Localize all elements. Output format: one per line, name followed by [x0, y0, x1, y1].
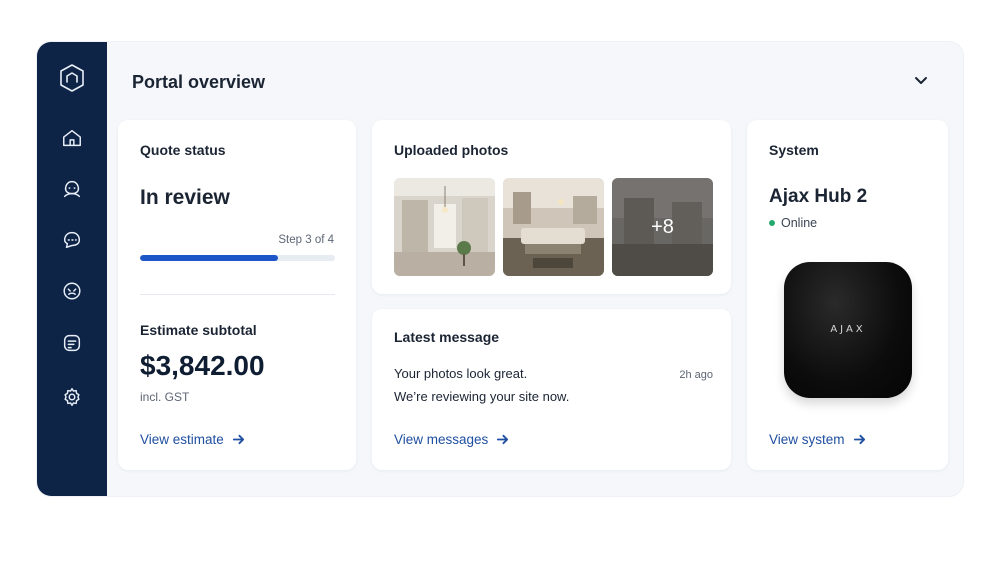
- message-line-1: Your photos look great.: [394, 366, 528, 381]
- estimate-amount: $3,842.00: [140, 350, 265, 381]
- view-messages-label: View messages: [394, 432, 489, 447]
- gear-icon[interactable]: [58, 383, 86, 411]
- arrow-right-icon: [853, 434, 865, 445]
- latest-message-card: Latest message Your photos look great. 2…: [372, 309, 731, 470]
- photo-thumbnail[interactable]: [503, 178, 604, 276]
- logo-icon[interactable]: [58, 64, 86, 92]
- chevron-down-icon[interactable]: [913, 72, 929, 88]
- system-card: System Ajax Hub 2 Online AJAX View syste…: [747, 120, 948, 470]
- sidebar: [37, 42, 107, 496]
- face-circle-icon[interactable]: [58, 277, 86, 305]
- online-dot-icon: [769, 220, 775, 226]
- document-icon[interactable]: [58, 329, 86, 357]
- latest-message-title: Latest message: [394, 329, 500, 345]
- quote-status-card: Quote status In review Step 3 of 4 Estim…: [118, 120, 356, 470]
- photo-thumbnail[interactable]: [394, 178, 495, 276]
- view-system-link[interactable]: View system: [769, 432, 866, 447]
- more-photos-count: +8: [612, 178, 713, 276]
- progress-bar: [140, 255, 335, 261]
- chat-icon[interactable]: [58, 226, 86, 254]
- message-timestamp: 2h ago: [679, 369, 713, 381]
- view-system-label: View system: [769, 432, 845, 447]
- home-icon[interactable]: [58, 124, 86, 152]
- divider: [140, 294, 335, 295]
- device-status-label: Online: [781, 216, 818, 230]
- arrow-right-icon: [497, 434, 509, 445]
- system-title: System: [769, 142, 819, 158]
- view-messages-link[interactable]: View messages: [394, 432, 509, 447]
- hub-device-image: AJAX: [784, 262, 912, 398]
- device-status: Online: [769, 216, 817, 230]
- progress-fill: [140, 255, 279, 261]
- hub-brand-label: AJAX: [830, 324, 866, 335]
- device-name: Ajax Hub 2: [769, 186, 868, 207]
- step-label: Step 3 of 4: [278, 234, 334, 246]
- uploaded-photos-card: Uploaded photos +8: [372, 120, 731, 294]
- estimate-subtotal-title: Estimate subtotal: [140, 322, 257, 338]
- amount-note: incl. GST: [140, 390, 190, 404]
- view-estimate-label: View estimate: [140, 432, 224, 447]
- photo-thumbnail-more[interactable]: +8: [612, 178, 713, 276]
- message-line-2: We’re reviewing your site now.: [394, 389, 570, 404]
- uploaded-photos-title: Uploaded photos: [394, 142, 509, 158]
- quote-status-value: In review: [140, 186, 230, 209]
- user-face-icon[interactable]: [58, 175, 86, 203]
- view-estimate-link[interactable]: View estimate: [140, 432, 245, 447]
- quote-status-title: Quote status: [140, 142, 226, 158]
- portal-app: Portal overview Quote status In review S…: [37, 42, 963, 496]
- arrow-right-icon: [232, 434, 244, 445]
- page-title: Portal overview: [132, 72, 266, 92]
